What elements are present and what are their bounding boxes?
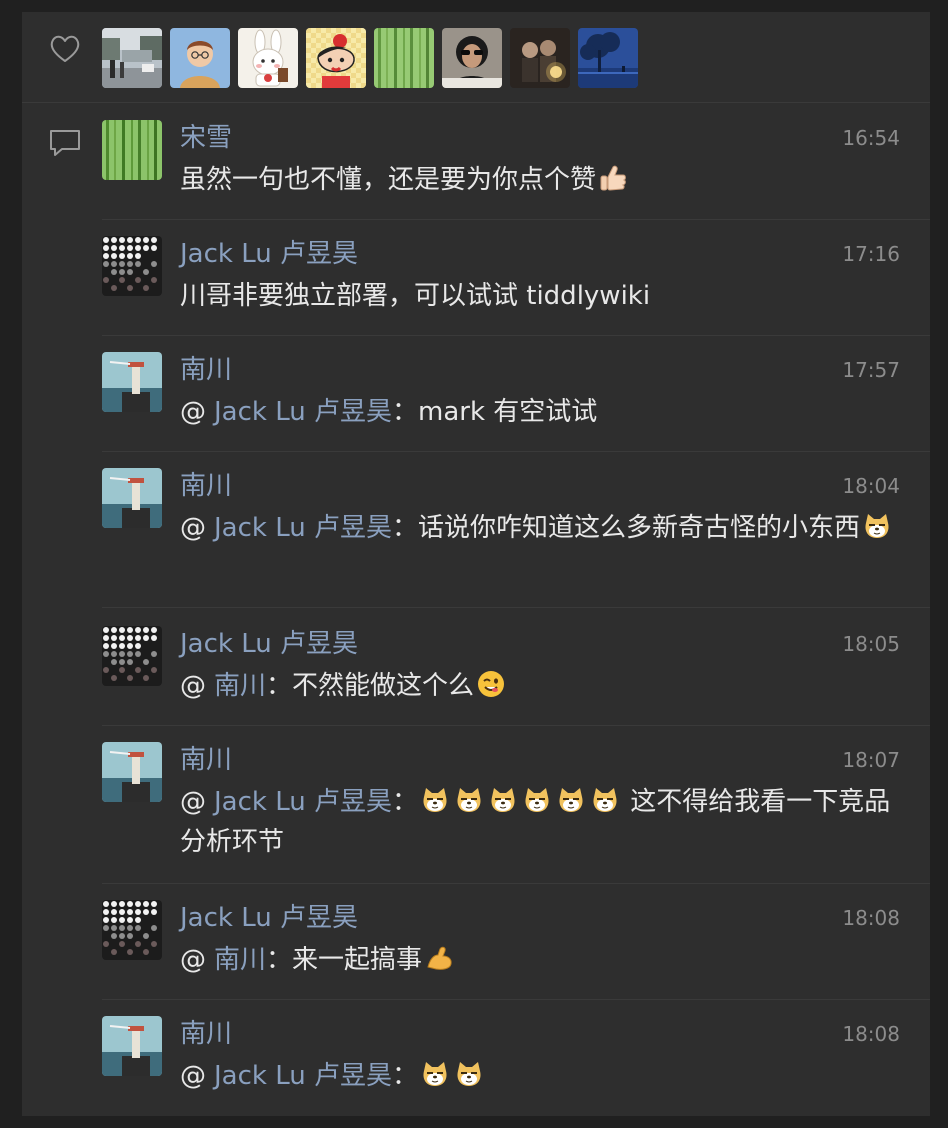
comment-item[interactable]: 南川 18:07 @ Jack Lu 卢昱昊： 这不得给我看一下竞品分析环节 [102, 726, 930, 882]
mention-at-symbol: @ [180, 513, 206, 543]
comment-item[interactable]: 宋雪 16:54 虽然一句也不懂，还是要为你点个赞 [102, 104, 930, 220]
mention-name[interactable]: Jack Lu 卢昱昊 [214, 397, 392, 427]
comment-author[interactable]: 南川 [180, 470, 232, 502]
like-avatar-bamboo[interactable] [374, 28, 434, 88]
wink-emoji-icon [478, 671, 505, 697]
mention-at-symbol: @ [180, 397, 206, 427]
comment-divider [102, 607, 930, 608]
mention-at-symbol: @ [180, 787, 206, 817]
comment-text: 虽然一句也不懂，还是要为你点个赞 [180, 165, 597, 195]
like-avatar-street-photo[interactable] [102, 28, 162, 88]
mention-name[interactable]: 南川 [214, 945, 266, 975]
comment-item[interactable]: Jack Lu 卢昱昊 18:05 @ 南川：不然能做这个么 [102, 610, 930, 726]
comment-text: 不然能做这个么 [292, 671, 475, 701]
comment-item[interactable]: Jack Lu 卢昱昊 18:08 @ 南川：来一起搞事 [102, 884, 930, 1000]
comment-author[interactable]: Jack Lu 卢昱昊 [180, 238, 358, 270]
doge-emoji-icon [593, 788, 617, 812]
likes-row [22, 12, 930, 103]
comment-time: 16:54 [842, 126, 900, 150]
avatar-dot-grid[interactable] [102, 900, 162, 960]
doge-emoji-icon [491, 788, 515, 812]
comment-text: 话说你咋知道这么多新奇古怪的小东西 [418, 513, 861, 543]
comment-item[interactable]: 南川 18:04 @ Jack Lu 卢昱昊：话说你咋知道这么多新奇古怪的小东西 [102, 452, 930, 608]
mention-name[interactable]: Jack Lu 卢昱昊 [214, 787, 392, 817]
comment-item[interactable]: 南川 18:08 @ Jack Lu 卢昱昊： [102, 1000, 930, 1116]
comment-time: 17:57 [842, 358, 900, 382]
mention-name[interactable]: Jack Lu 卢昱昊 [214, 1061, 392, 1091]
mention-at-symbol: @ [180, 1061, 206, 1091]
avatar-lighthouse[interactable] [102, 742, 162, 802]
comment-item[interactable]: Jack Lu 卢昱昊 17:16 川哥非要独立部署，可以试试 tiddlywi… [102, 220, 930, 336]
mention-at-symbol: @ [180, 945, 206, 975]
comment-time: 18:07 [842, 748, 900, 772]
comment-time: 18:04 [842, 474, 900, 498]
comment-author[interactable]: Jack Lu 卢昱昊 [180, 628, 358, 660]
comment-body: @ Jack Lu 卢昱昊：话说你咋知道这么多新奇古怪的小东西 [180, 508, 910, 548]
comment-body: @ Jack Lu 卢昱昊：mark 有空试试 [180, 392, 910, 432]
moments-feedback-panel: 宋雪 16:54 虽然一句也不懂，还是要为你点个赞 Jack Lu 卢昱昊 17… [22, 12, 930, 1116]
heart-icon [50, 35, 80, 62]
doge-emoji-icon [865, 514, 889, 538]
avatar-bamboo[interactable] [102, 120, 162, 180]
mention-name[interactable]: Jack Lu 卢昱昊 [214, 513, 392, 543]
comment-author[interactable]: 南川 [180, 744, 232, 776]
comment-author[interactable]: 宋雪 [180, 122, 232, 154]
comment-time: 18:08 [842, 906, 900, 930]
like-avatar-cartoon-man[interactable] [170, 28, 230, 88]
avatar-dot-grid[interactable] [102, 236, 162, 296]
comment-body: @ 南川：不然能做这个么 [180, 666, 910, 706]
comment-item[interactable]: 南川 17:57 @ Jack Lu 卢昱昊：mark 有空试试 [102, 336, 930, 452]
mention-colon: ： [266, 671, 293, 701]
mention-colon: ： [392, 397, 419, 427]
mention-colon: ： [392, 1061, 419, 1091]
doge-emoji-icon [423, 788, 447, 812]
comment-author[interactable]: Jack Lu 卢昱昊 [180, 902, 358, 934]
mention-at-symbol: @ [180, 671, 206, 701]
like-avatar-tree-night[interactable] [578, 28, 638, 88]
like-avatar-sparkler-couple[interactable] [510, 28, 570, 88]
flexed-arm-emoji-icon [427, 946, 452, 970]
like-avatar-crayon-shin-chan[interactable] [306, 28, 366, 88]
comment-body: @ Jack Lu 卢昱昊： [180, 782, 910, 862]
comment-text: 来一起搞事 [292, 945, 423, 975]
comment-time: 18:08 [842, 1022, 900, 1046]
comment-time: 17:16 [842, 242, 900, 266]
comment-body: 川哥非要独立部署，可以试试 tiddlywiki [180, 276, 910, 316]
avatar-dot-grid[interactable] [102, 626, 162, 686]
comment-time: 18:05 [842, 632, 900, 656]
doge-emoji-icon [457, 788, 481, 812]
like-avatar-white-rabbit[interactable] [238, 28, 298, 88]
comment-body: @ 南川：来一起搞事 [180, 940, 910, 980]
mention-colon: ： [266, 945, 293, 975]
avatar-lighthouse[interactable] [102, 468, 162, 528]
comment-text: 川哥非要独立部署，可以试试 tiddlywiki [180, 281, 651, 311]
doge-emoji-icon [525, 788, 549, 812]
like-avatar-sunglasses-person[interactable] [442, 28, 502, 88]
mention-colon: ： [392, 513, 419, 543]
comment-text: mark 有空试试 [418, 397, 598, 427]
mention-name[interactable]: 南川 [214, 671, 266, 701]
avatar-lighthouse[interactable] [102, 1016, 162, 1076]
doge-emoji-icon [423, 1062, 447, 1086]
comment-icon [50, 130, 80, 156]
comment-body: 虽然一句也不懂，还是要为你点个赞 [180, 160, 910, 200]
thumbs-up-emoji-icon [600, 165, 626, 191]
mention-colon: ： [392, 787, 419, 817]
doge-emoji-icon [559, 788, 583, 812]
comment-author[interactable]: 南川 [180, 1018, 232, 1050]
comment-author[interactable]: 南川 [180, 354, 232, 386]
comment-body: @ Jack Lu 卢昱昊： [180, 1056, 910, 1096]
doge-emoji-icon [457, 1062, 481, 1086]
avatar-lighthouse[interactable] [102, 352, 162, 412]
